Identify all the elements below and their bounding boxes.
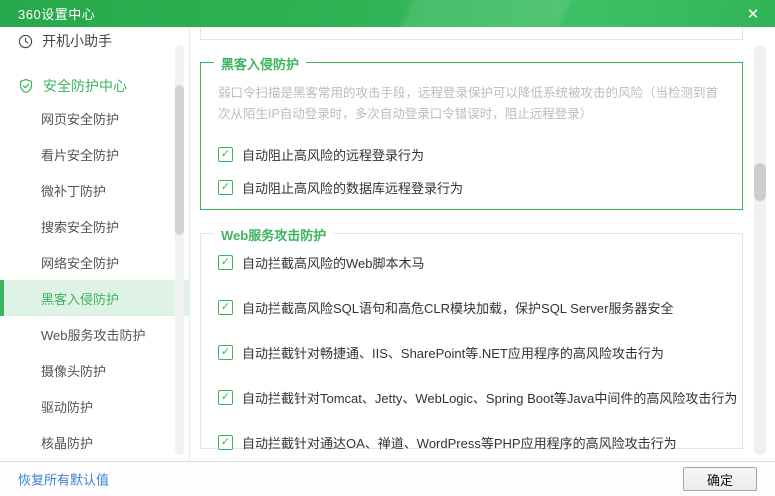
checkbox-block-java-attack[interactable]: ✓ <box>218 390 233 405</box>
sidebar-item-driver-protection[interactable]: 驱动防护 <box>0 388 189 424</box>
sidebar-item-search-security[interactable]: 搜索安全防护 <box>0 208 189 244</box>
checkbox-check-icon: ✓ <box>221 257 230 268</box>
checkbox-check-icon: ✓ <box>221 149 230 160</box>
checkbox-row: ✓ 自动阻止高风险的远程登录行为 <box>218 145 742 164</box>
checkbox-check-icon: ✓ <box>221 392 230 403</box>
sidebar-item-hacker-intrusion[interactable]: 黑客入侵防护 <box>0 280 189 316</box>
sidebar-item-security-center[interactable]: 安全防护中心 <box>0 72 189 100</box>
ok-button-label: 确定 <box>707 470 733 489</box>
sidebar-item-kernel-protection[interactable]: 核晶防护 <box>0 424 189 460</box>
sidebar-scrollbar-track[interactable] <box>175 45 184 455</box>
checkbox-label: 自动拦截针对通达OA、禅道、WordPress等PHP应用程序的高风险攻击行为 <box>242 433 677 452</box>
sidebar-scrollbar-thumb[interactable] <box>175 85 184 235</box>
sidebar-item-label: 摄像头防护 <box>41 361 106 380</box>
checkbox-label: 自动阻止高风险的远程登录行为 <box>242 145 424 164</box>
titlebar: 360设置中心 ✕ <box>0 0 775 27</box>
settings-window: 360设置中心 ✕ 开机小助手 安全防护中心 网页安全防护 <box>0 0 775 496</box>
main-content: 黑客入侵防护 弱口令扫描是黑客常用的攻击手段，远程登录保护可以降低系统被攻击的风… <box>190 27 775 461</box>
sidebar-item-label: 微补丁防护 <box>41 181 106 200</box>
sidebar-item-camera-protection[interactable]: 摄像头防护 <box>0 352 189 388</box>
checkbox-block-php-attack[interactable]: ✓ <box>218 435 233 450</box>
sidebar-item-label: 网页安全防护 <box>41 109 119 128</box>
section-title: Web服务攻击防护 <box>214 225 333 244</box>
close-button[interactable]: ✕ <box>737 0 769 27</box>
section-description: 弱口令扫描是黑客常用的攻击手段，远程登录保护可以降低系统被攻击的风险（当检测到首… <box>218 83 726 125</box>
section-hacker-intrusion: 黑客入侵防护 弱口令扫描是黑客常用的攻击手段，远程登录保护可以降低系统被攻击的风… <box>200 62 743 210</box>
checkbox-row: ✓ 自动阻止高风险的数据库远程登录行为 <box>218 178 742 197</box>
checkbox-block-web-trojan[interactable]: ✓ <box>218 255 233 270</box>
checkbox-row: ✓ 自动拦截针对通达OA、禅道、WordPress等PHP应用程序的高风险攻击行… <box>218 433 742 452</box>
checkbox-label: 自动拦截针对畅捷通、IIS、SharePoint等.NET应用程序的高风险攻击行… <box>242 343 664 362</box>
sidebar-item-micro-patch[interactable]: 微补丁防护 <box>0 172 189 208</box>
checkbox-row: ✓ 自动拦截针对Tomcat、Jetty、WebLogic、Spring Boo… <box>218 388 742 407</box>
checkbox-row: ✓ 自动拦截针对畅捷通、IIS、SharePoint等.NET应用程序的高风险攻… <box>218 343 742 362</box>
content-scrollbar-thumb[interactable] <box>754 163 766 201</box>
checkbox-block-dotnet-attack[interactable]: ✓ <box>218 345 233 360</box>
clock-icon <box>18 34 33 49</box>
checkbox-row: ✓ 自动拦截高风险的Web脚本木马 <box>218 253 742 272</box>
checkbox-check-icon: ✓ <box>221 302 230 313</box>
checkbox-label: 自动拦截针对Tomcat、Jetty、WebLogic、Spring Boot等… <box>242 388 737 407</box>
window-body: 开机小助手 安全防护中心 网页安全防护 看片安全防护 微补丁防护 搜索安全防护 <box>0 27 775 461</box>
previous-section-box-partial <box>200 27 743 40</box>
footer-bar: 恢复所有默认值 确定 <box>0 461 775 496</box>
sidebar-item-label: Web服务攻击防护 <box>41 325 146 344</box>
shield-check-icon <box>18 78 34 94</box>
section-web-service-attack: Web服务攻击防护 ✓ 自动拦截高风险的Web脚本木马 ✓ 自动拦截高风险SQL… <box>200 233 743 449</box>
sidebar-item-network-security[interactable]: 网络安全防护 <box>0 244 189 280</box>
sidebar-item-label: 开机小助手 <box>42 31 112 51</box>
checkbox-row: ✓ 自动拦截高风险SQL语句和高危CLR模块加载，保护SQL Server服务器… <box>218 298 742 317</box>
ok-button[interactable]: 确定 <box>683 467 757 491</box>
sidebar-item-web-security[interactable]: 网页安全防护 <box>0 100 189 136</box>
restore-defaults-link[interactable]: 恢复所有默认值 <box>18 470 109 489</box>
checkbox-check-icon: ✓ <box>221 182 230 193</box>
sidebar-item-boot-assistant[interactable]: 开机小助手 <box>0 27 189 55</box>
sidebar-item-label: 黑客入侵防护 <box>41 289 119 308</box>
checkbox-label: 自动拦截高风险的Web脚本木马 <box>242 253 425 272</box>
checkbox-check-icon: ✓ <box>221 347 230 358</box>
sidebar-item-label: 看片安全防护 <box>41 145 119 164</box>
sidebar-item-label: 网络安全防护 <box>41 253 119 272</box>
checkbox-label: 自动阻止高风险的数据库远程登录行为 <box>242 178 463 197</box>
section-title: 黑客入侵防护 <box>214 54 306 73</box>
sidebar-item-label: 安全防护中心 <box>43 76 127 96</box>
sidebar-item-label: 搜索安全防护 <box>41 217 119 236</box>
sidebar-item-web-service-attack[interactable]: Web服务攻击防护 <box>0 316 189 352</box>
close-icon: ✕ <box>747 5 760 23</box>
window-title: 360设置中心 <box>18 4 95 23</box>
sidebar: 开机小助手 安全防护中心 网页安全防护 看片安全防护 微补丁防护 搜索安全防护 <box>0 27 190 461</box>
checkbox-label: 自动拦截高风险SQL语句和高危CLR模块加载，保护SQL Server服务器安全 <box>242 298 673 317</box>
sidebar-item-video-security[interactable]: 看片安全防护 <box>0 136 189 172</box>
content-scrollbar-track[interactable] <box>754 45 766 455</box>
sidebar-item-label: 驱动防护 <box>41 397 93 416</box>
checkbox-block-sql-clr[interactable]: ✓ <box>218 300 233 315</box>
checkbox-check-icon: ✓ <box>221 437 230 448</box>
sidebar-item-label: 核晶防护 <box>41 433 93 452</box>
checkbox-block-db-remote-login[interactable]: ✓ <box>218 180 233 195</box>
checkbox-block-remote-login[interactable]: ✓ <box>218 147 233 162</box>
